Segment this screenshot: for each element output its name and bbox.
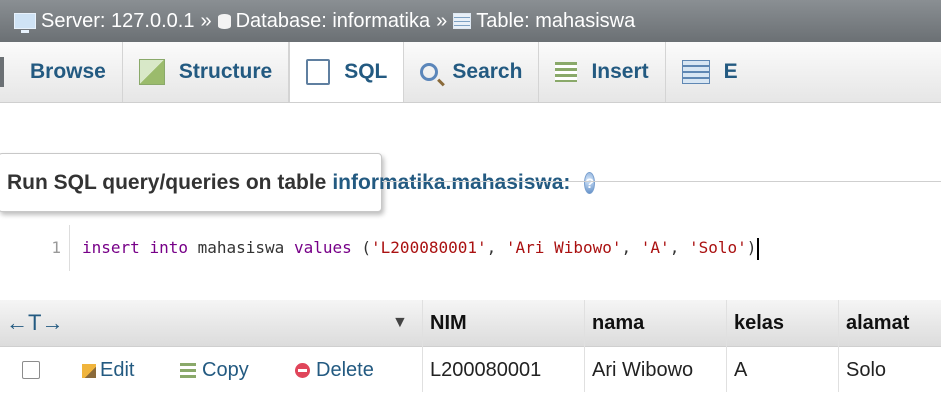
database-icon — [217, 13, 231, 29]
results-table: ←T→ ▼ NIM nama kelas alamat Edit Copy De… — [0, 300, 941, 392]
tab-search[interactable]: Search — [404, 42, 540, 102]
sql-icon — [306, 59, 331, 85]
sql-query-legend: Run SQL query/queries on table informati… — [0, 153, 595, 212]
tab-export[interactable]: E — [666, 42, 754, 102]
tab-browse-label: Browse — [30, 60, 106, 83]
legend-text: Run SQL query/queries on table — [7, 170, 327, 194]
fieldset-border — [382, 181, 941, 182]
help-icon[interactable]: ? — [584, 171, 595, 194]
tab-sql[interactable]: SQL — [289, 42, 405, 102]
breadcrumb-separator: » — [436, 9, 448, 32]
code-comma: , — [621, 238, 632, 257]
row-checkbox[interactable] — [22, 361, 40, 379]
tab-bar: Browse Structure SQL Search Insert E — [0, 42, 941, 103]
code-string: 'Ari Wibowo' — [505, 238, 622, 257]
pencil-icon — [82, 363, 96, 378]
search-icon — [420, 63, 439, 81]
code-string: 'L200080001' — [371, 238, 487, 257]
breadcrumb-separator: » — [200, 9, 212, 32]
code-keyword: insert — [82, 238, 140, 257]
column-divider — [422, 300, 423, 392]
export-icon — [681, 60, 710, 84]
cell-nama: Ari Wibowo — [592, 359, 694, 381]
code-paren: ( — [361, 238, 372, 257]
column-header-kelas[interactable]: kelas — [734, 300, 784, 346]
column-divider — [584, 300, 585, 392]
code-paren: ) — [746, 238, 757, 257]
copy-icon — [180, 362, 196, 379]
tab-structure[interactable]: Structure — [123, 42, 290, 102]
breadcrumb-server[interactable]: Server: 127.0.0.1 — [41, 10, 194, 33]
code-keyword: into — [149, 238, 188, 257]
table-icon — [453, 13, 472, 29]
structure-icon — [138, 59, 165, 85]
copy-button[interactable]: Copy — [180, 347, 249, 393]
line-number: 1 — [0, 225, 70, 271]
tab-insert-label: Insert — [591, 60, 649, 83]
column-divider — [838, 300, 839, 392]
code-string: 'Solo' — [688, 238, 747, 257]
column-header-nim[interactable]: NIM — [430, 300, 467, 346]
legend-table-link[interactable]: informatika.mahasiswa: — [332, 171, 570, 195]
cell-nim: L200080001 — [430, 359, 542, 381]
tab-browse[interactable]: Browse — [0, 42, 123, 102]
cell-kelas: A — [734, 359, 748, 381]
column-header-nama[interactable]: nama — [592, 300, 644, 346]
edit-button[interactable]: Edit — [82, 347, 134, 393]
column-resize-arrows[interactable]: ←T→ — [6, 300, 63, 346]
text-cursor — [757, 237, 760, 260]
tab-structure-label: Structure — [178, 60, 273, 83]
breadcrumb: Server: 127.0.0.1 » Database: informatik… — [0, 0, 941, 42]
cell-alamat: Solo — [846, 359, 887, 381]
tab-search-label: Search — [452, 60, 523, 83]
code-table-name: mahasiswa — [197, 238, 285, 257]
code-comma: , — [669, 238, 680, 257]
breadcrumb-database[interactable]: Database: informatika — [236, 10, 431, 33]
sql-code-line[interactable]: insert into mahasiswa values ('L20008000… — [82, 225, 760, 271]
column-divider — [726, 300, 727, 392]
table-row: Edit Copy Delete L200080001 Ari Wibowo A… — [0, 347, 941, 392]
delete-icon — [295, 363, 310, 379]
code-string: 'A' — [640, 238, 670, 257]
column-header-alamat[interactable]: alamat — [846, 300, 909, 346]
table-header-row: ←T→ ▼ NIM nama kelas alamat — [0, 300, 941, 347]
tab-sql-label: SQL — [344, 60, 388, 83]
insert-icon — [555, 62, 578, 82]
server-icon — [14, 13, 36, 33]
tab-export-label: E — [723, 60, 738, 83]
code-keyword: values — [293, 238, 352, 257]
delete-button[interactable]: Delete — [295, 347, 374, 393]
sql-editor[interactable]: 1 insert into mahasiswa values ('L200080… — [0, 225, 941, 271]
sort-indicator[interactable]: ▼ — [392, 300, 408, 346]
code-comma: , — [486, 238, 497, 257]
breadcrumb-table[interactable]: Table: mahasiswa — [476, 10, 635, 33]
tab-insert[interactable]: Insert — [539, 42, 666, 102]
